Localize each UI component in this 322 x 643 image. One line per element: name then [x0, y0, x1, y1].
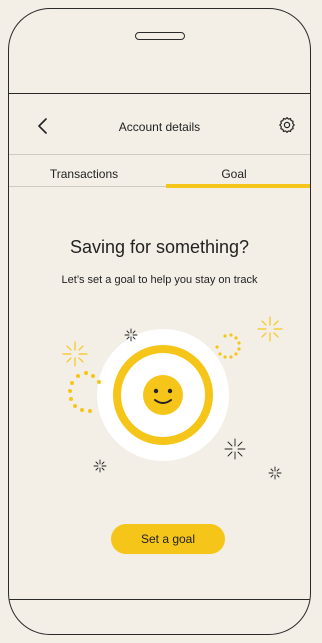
dark-sparkle-bottom-right — [268, 466, 282, 480]
smiley-left-eye — [153, 388, 159, 394]
active-tab-indicator — [166, 184, 310, 188]
smiley-right-eye — [167, 388, 173, 394]
gear-icon[interactable] — [278, 116, 296, 134]
tab-divider — [9, 186, 166, 187]
dotted-circle-right — [215, 333, 241, 359]
dotted-circle-left — [68, 371, 101, 413]
subheadline: Let’s set a goal to help you stay on tra… — [61, 274, 258, 286]
chevron-left-icon[interactable] — [35, 117, 51, 135]
yellow-sparkle-right — [257, 316, 283, 342]
screen-top-edge — [9, 93, 310, 94]
screen-bottom-edge — [9, 599, 310, 600]
goal-illustration — [62, 316, 283, 480]
page-title: Account details — [118, 120, 201, 134]
smiley-face-icon — [143, 375, 183, 415]
dark-sparkle-top — [124, 328, 138, 342]
app-header: Account details — [9, 112, 310, 142]
tab-goal[interactable]: Goal — [159, 167, 309, 181]
tab-transactions[interactable]: Transactions — [9, 167, 159, 181]
yellow-sparkle-left — [62, 341, 88, 367]
phone-frame: Account details Transactions Goal Saving… — [8, 8, 311, 635]
speaker-grille — [135, 32, 185, 40]
set-goal-button[interactable]: Set a goal — [111, 524, 225, 554]
dark-sparkle-bottom-left — [93, 459, 107, 473]
dark-sparkle-mid-right — [224, 438, 246, 460]
headline: Saving for something? — [69, 237, 250, 257]
